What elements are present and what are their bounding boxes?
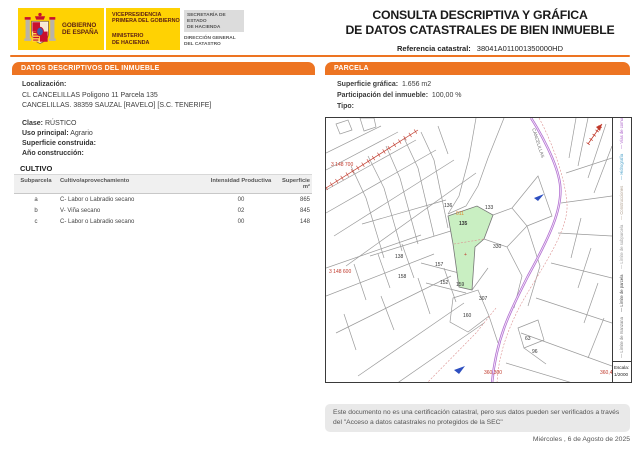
parcel-number-label: 138 <box>395 254 404 260</box>
uso-value: Agrario <box>70 130 93 137</box>
title-line-1: CONSULTA DESCRIPTIVA Y GRÁFICA <box>372 8 588 22</box>
parcel-number-label: + <box>464 252 467 258</box>
col-header-intensidad: Intensidad Productiva <box>210 178 272 184</box>
legend-item: — Límite de manzana <box>618 315 624 358</box>
clase-field: Clase: RÚSTICO <box>22 120 76 127</box>
legend-item: — Límite de subparcela <box>618 223 624 270</box>
road-label: CANCELILLAS <box>531 127 546 159</box>
direccion-general-catastro-label: DIRECCIÓN GENERAL DEL CATASTRO <box>184 36 236 48</box>
table-cell: 00 <box>237 196 245 203</box>
legend-item: — Hidrografía <box>618 153 624 181</box>
referencia-label: Referencia catastral: <box>397 43 471 53</box>
superficie-construida-label: Superficie construida: <box>22 140 96 147</box>
parcel-number-label: 152 <box>440 280 449 286</box>
table-cell: b <box>34 207 38 214</box>
table-row: c C- Labor o Labradio secano 00 148 <box>14 216 312 227</box>
legend-item: — Límite de parcela <box>618 273 624 312</box>
col-header-cultivo: Cultivo/aprovechamiento <box>60 178 130 184</box>
address-line-2: CANCELILLAS. 38359 SAUZAL [RAVELO] [S.C.… <box>22 102 212 109</box>
uso-field: Uso principal: Agrario <box>22 130 93 137</box>
map-drawing-area: 136 133 011 135 330 138 157 158 152 159 307 160 63 96… <box>326 118 612 382</box>
parcel-number-label: 96 <box>532 349 538 355</box>
parcel-number-label: 307 <box>479 296 488 302</box>
table-cell: c <box>34 218 38 225</box>
cultivo-table: Subparcela Cultivo/aprovechamiento Inten… <box>14 174 312 227</box>
title-line-2: DE DATOS CATASTRALES DE BIEN INMUEBLE <box>345 23 615 38</box>
map-legend-items: — Límite de manzana — Límite de parcela … <box>618 118 626 361</box>
parcel-number-label: 157 <box>435 262 444 268</box>
address-line-1: CL CANCELILLAS Poligono 11 Parcela 135 <box>22 92 158 99</box>
uso-label: Uso principal: <box>22 130 69 137</box>
superficie-construida-field: Superficie construida: <box>22 140 96 147</box>
cadastral-document-page: GOBIERNO DE ESPAÑA VICEPRESIDENCIA PRIME… <box>0 0 640 451</box>
document-title: CONSULTA DESCRIPTIVA Y GRÁFICA DE DATOS … <box>330 8 630 53</box>
parcel-number-label: 135 <box>459 221 468 227</box>
cadastral-map: 136 133 011 135 330 138 157 158 152 159 307 160 63 96… <box>325 117 632 383</box>
table-cell: C- Labor o Labradio secano <box>60 196 135 203</box>
table-cell: C- Labor o Labradio secano <box>60 218 135 225</box>
document-date: Miércoles , 6 de Agosto de 2025 <box>532 436 630 443</box>
anio-construccion-label: Año construcción: <box>22 150 84 157</box>
participacion-field: Participación del inmueble: 100,00 % <box>337 92 462 99</box>
ministerio-label: MINISTERIO DE HACIENDA <box>112 33 150 46</box>
cultivo-title: CULTIVO <box>20 164 53 173</box>
table-row: b V- Viña secano 02 845 <box>14 205 312 216</box>
disclaimer-box: Este documento no es una certificación c… <box>325 404 630 432</box>
referencia-catastral: Referencia catastral: 38041A011001350000H… <box>330 44 630 53</box>
table-cell: a <box>34 196 38 203</box>
col-header-subparcela: Subparcela <box>20 178 52 184</box>
participacion-value: 100,00 % <box>431 92 462 99</box>
coord-label-y1: 3 148 700 <box>331 162 354 168</box>
legend-item: — Vías de comunicación <box>618 118 624 150</box>
table-cell: 845 <box>299 207 310 214</box>
table-cell: 02 <box>237 207 245 214</box>
table-cell: V- Viña secano <box>60 207 101 214</box>
table-cell: 00 <box>237 218 245 225</box>
tipo-label: Tipo: <box>337 103 354 110</box>
parcel-number-label: 159 <box>456 282 465 288</box>
parcel-number-label: 136 <box>444 203 453 209</box>
col-header-superficie: Superficie m² <box>281 178 310 190</box>
map-legend: — Límite de manzana — Límite de parcela … <box>612 118 631 361</box>
escala-value: 1/2000 <box>614 371 629 377</box>
superficie-grafica-value: 1.656 m2 <box>401 81 432 88</box>
legend-item: — Construcciones <box>618 184 624 220</box>
parcel-number-label: 330 <box>493 244 502 250</box>
parcel-number-label: 63 <box>525 336 531 342</box>
parcel-number-label: 160 <box>463 313 472 319</box>
table-row: a C- Labor o Labradio secano 00 865 <box>14 194 312 205</box>
parcel-number-label: 158 <box>398 274 407 280</box>
superficie-grafica-label: Superficie gráfica: <box>337 81 399 88</box>
superficie-grafica-field: Superficie gráfica: 1.656 m2 <box>337 81 431 88</box>
localizacion-label: Localización: <box>22 81 67 88</box>
coord-label-y2: 3 148 600 <box>329 269 352 275</box>
coord-label-x1: 360,300 <box>484 370 503 376</box>
clase-value: RÚSTICO <box>44 120 77 127</box>
gobierno-logo: GOBIERNO DE ESPAÑA VICEPRESIDENCIA PRIME… <box>18 8 180 50</box>
escudo-espana-icon <box>18 8 62 50</box>
tipo-field: Tipo: <box>337 103 354 110</box>
header-divider <box>10 55 630 57</box>
map-labels-layer: 136 133 011 135 330 138 157 158 152 159 307 160 63 96… <box>326 118 612 382</box>
parcel-number-label: 133 <box>485 205 494 211</box>
table-cell: 148 <box>299 218 310 225</box>
section-bar-datos-descriptivos: DATOS DESCRIPTIVOS DEL INMUEBLE <box>12 62 315 75</box>
section-bar-parcela: PARCELA <box>325 62 630 75</box>
map-scale: Escala: 1/2000 <box>612 361 631 382</box>
coord-label-x2: 360,40 <box>600 370 612 376</box>
parcel-number-label: 011 <box>456 211 464 217</box>
referencia-value: 38041A011001350000HD <box>476 43 563 53</box>
table-cell: 865 <box>299 196 310 203</box>
anio-construccion-field: Año construcción: <box>22 150 84 157</box>
clase-label: Clase: <box>22 120 44 127</box>
participacion-label: Participación del inmueble: <box>337 92 429 99</box>
secretaria-estado-label: SECRETARÍA DE ESTADO DE HACIENDA <box>184 10 244 32</box>
vicepresidencia-label: VICEPRESIDENCIA PRIMERA DEL GOBIERNO <box>112 12 180 25</box>
cultivo-table-header: Subparcela Cultivo/aprovechamiento Inten… <box>14 174 312 194</box>
gobierno-espana-label: GOBIERNO DE ESPAÑA <box>62 21 99 36</box>
cultivo-table-body: a C- Labor o Labradio secano 00 865 b V- Viña… <box>14 194 312 227</box>
escala-label: Escala: <box>614 364 630 370</box>
